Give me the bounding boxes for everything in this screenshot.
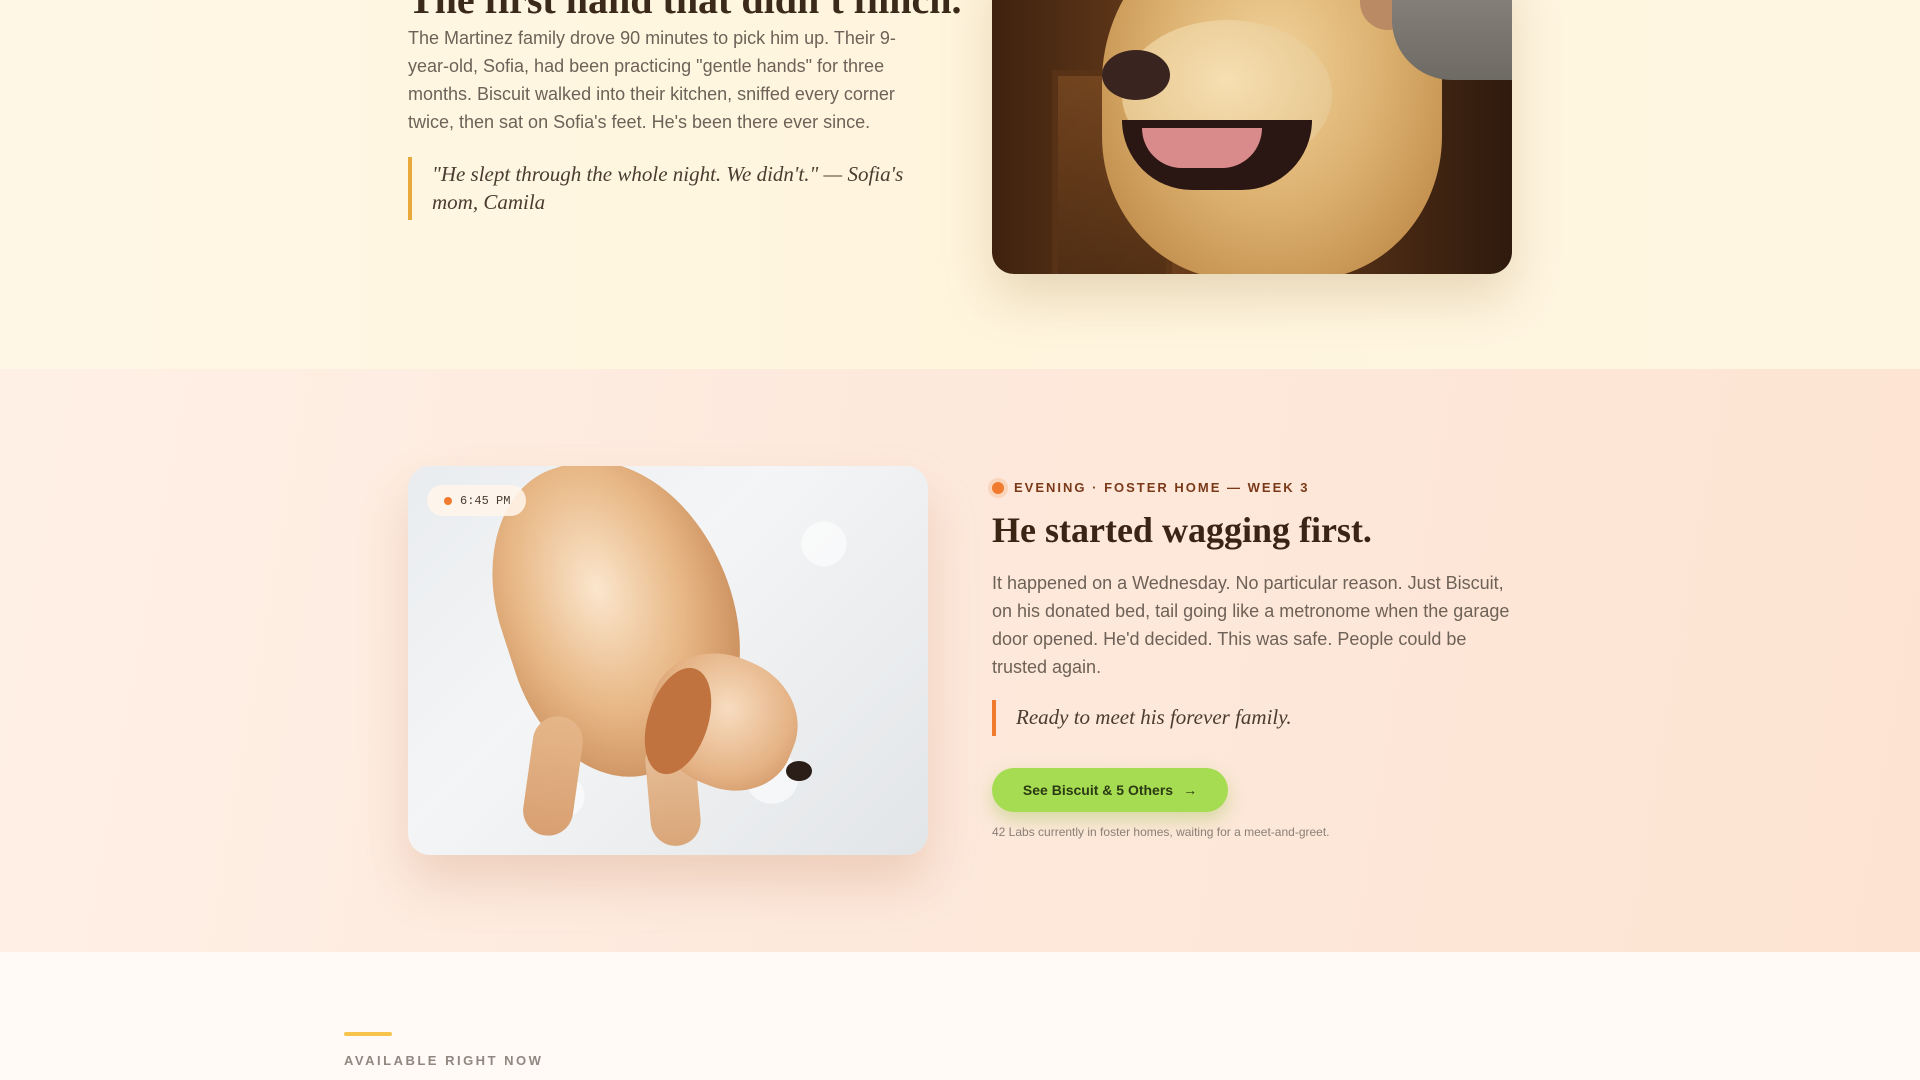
- section-accent-divider: [344, 1032, 392, 1036]
- time-badge: 6:45 PM: [427, 485, 527, 516]
- story-eyebrow: EVENING · FOSTER HOME — WEEK 3: [992, 480, 1309, 495]
- see-dogs-button-label: See Biscuit & 5 Others: [1022, 782, 1174, 798]
- story-heading: He started wagging first.: [992, 510, 1372, 550]
- story-quote: Ready to meet his forever family.: [992, 700, 1512, 736]
- story-heading: The first hand that didn't flinch.: [408, 0, 961, 23]
- time-badge-text: 6:45 PM: [460, 493, 511, 508]
- labrador-photo: [992, 0, 1512, 274]
- story-body: It happened on a Wednesday. No particula…: [992, 573, 1510, 677]
- story-quote: "He slept through the whole night. We di…: [408, 157, 913, 220]
- available-section: AVAILABLE RIGHT NOW: [0, 952, 1920, 1080]
- arrow-right-icon: →: [1183, 782, 1198, 798]
- story-section-adoption: The first hand that didn't flinch. The M…: [0, 0, 1920, 369]
- see-dogs-button[interactable]: See Biscuit & 5 Others →: [992, 768, 1228, 812]
- status-dot-icon: [444, 496, 452, 505]
- section-eyebrow: AVAILABLE RIGHT NOW: [344, 1053, 544, 1068]
- golden-retriever-photo: 6:45 PM: [408, 466, 928, 855]
- foster-count-note: 42 Labs currently in foster homes, waiti…: [992, 825, 1330, 839]
- story-section-foster: 6:45 PM EVENING · FOSTER HOME — WEEK 3 H…: [0, 369, 1920, 952]
- eyebrow-dot-icon: [992, 481, 1004, 494]
- story-body: The Martinez family drove 90 minutes to …: [408, 28, 896, 132]
- eyebrow-text: EVENING · FOSTER HOME — WEEK 3: [1014, 480, 1310, 495]
